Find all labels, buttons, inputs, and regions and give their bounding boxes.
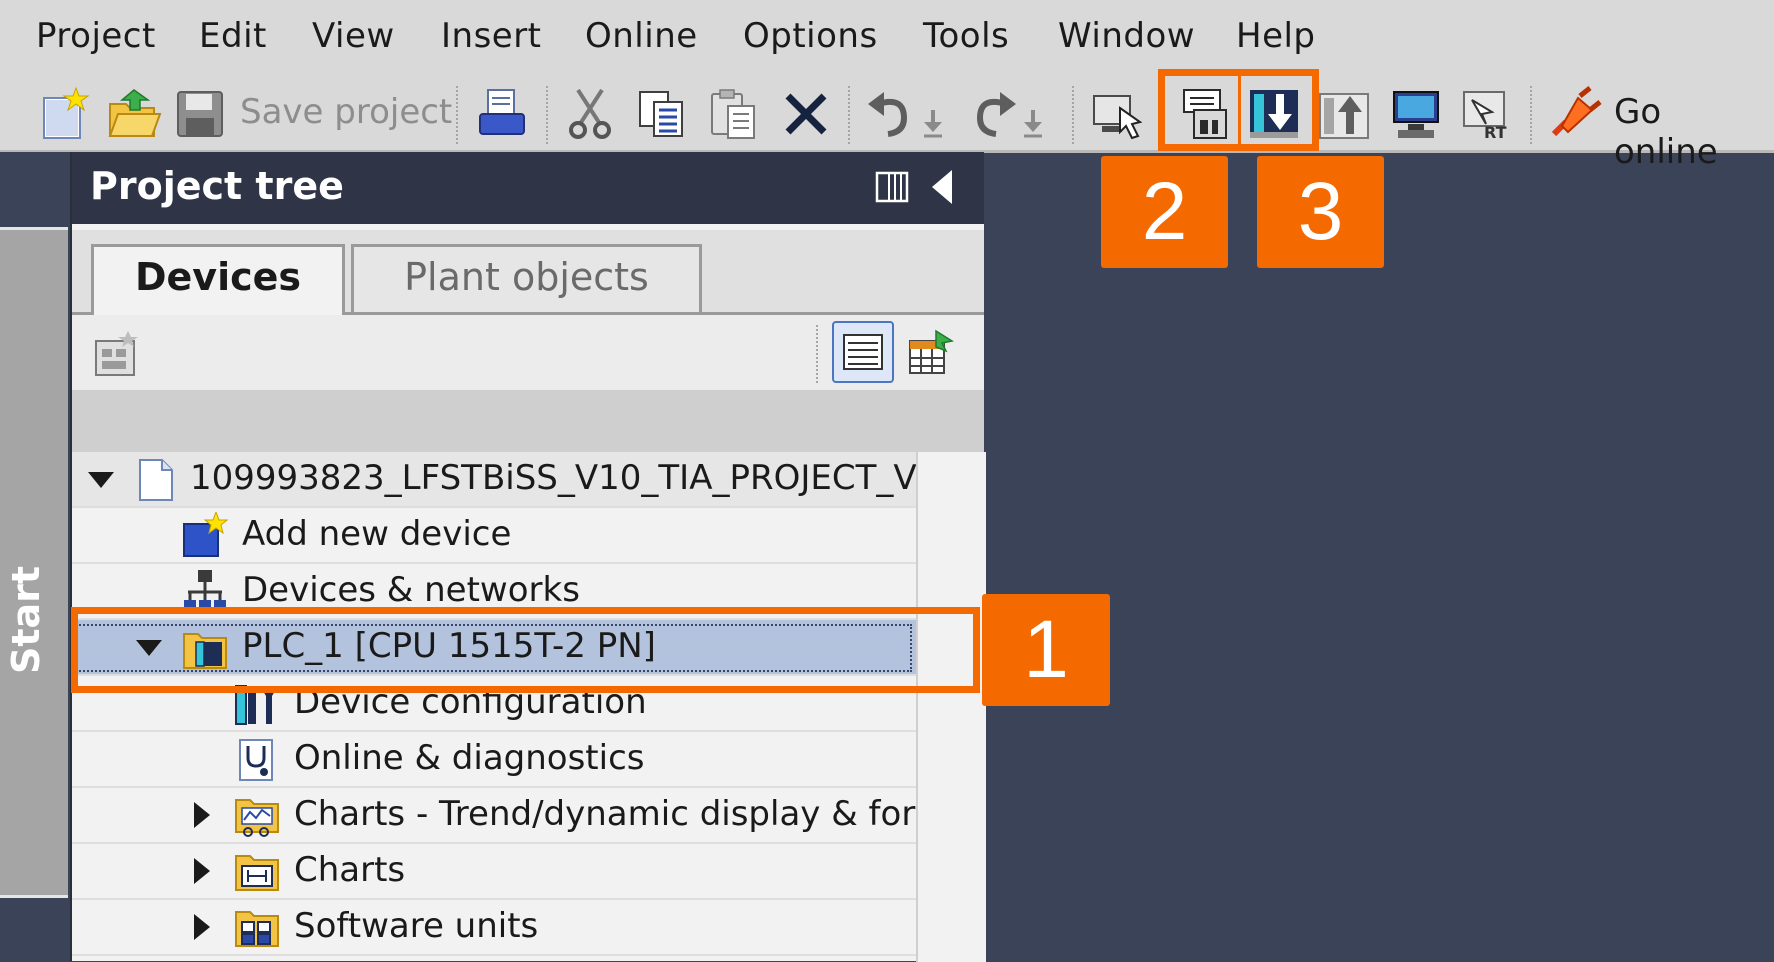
tree-item-label: 109993823_LFSTBiSS_V10_TIA_PROJECT_V21 [190,458,960,498]
toolbar-separator [1072,86,1074,144]
callout-2: 2 [1101,156,1228,268]
menu-insert[interactable]: Insert [441,16,542,56]
menu-window[interactable]: Window [1058,16,1195,56]
tab-plant-objects-label: Plant objects [404,255,649,299]
copy-icon[interactable] [634,86,690,142]
undo-icon[interactable] [864,86,920,142]
start-tab[interactable]: Start [0,227,68,898]
open-project-icon[interactable] [106,86,162,142]
menu-project[interactable]: Project [36,16,156,56]
device-view-icon[interactable] [92,329,142,379]
tree-toolbar-separator [816,325,818,383]
cut-icon[interactable] [562,86,618,142]
menu-options[interactable]: Options [743,16,878,56]
tree-item-project[interactable]: 109993823_LFSTBiSS_V10_TIA_PROJECT_V21 [72,452,960,508]
toolbar-separator [848,86,850,144]
add-new-device-icon [183,512,228,557]
start-label: Start [4,565,48,675]
expand-arrow-icon[interactable] [86,464,116,494]
tab-devices[interactable]: Devices [91,244,345,315]
start-simulation-icon[interactable] [1388,86,1444,142]
software-units-folder-icon [235,911,279,947]
project-file-icon [139,459,173,501]
tree-item-add-new-device[interactable]: Add new device [72,508,916,564]
tree-item-label: Charts - Trend/dynamic display & forc... [294,794,966,834]
tree-item-software-units[interactable]: Software units [72,900,916,956]
menu-edit[interactable]: Edit [199,16,267,56]
toolbar-separator [456,86,458,144]
collapsed-arrow-icon[interactable] [186,800,216,830]
toolbar-separator [546,86,548,144]
tree-item-charts-trend[interactable]: Charts - Trend/dynamic display & forc... [72,788,966,844]
project-tree-header: Project tree [72,152,984,224]
save-icon[interactable] [172,86,228,142]
trend-folder-icon [235,799,279,837]
menu-online[interactable]: Online [585,16,698,56]
add-to-table-icon[interactable] [906,327,956,377]
project-tree-panel: Project tree Devices Plant objects 10999… [70,152,986,962]
overview-toggle-button[interactable] [832,321,894,383]
paste-icon[interactable] [706,86,762,142]
tree-item-label: Software units [294,906,539,946]
collapsed-arrow-icon[interactable] [186,856,216,886]
main-toolbar: Save project RT Go online [0,78,1774,172]
highlight-plc-row [71,607,980,693]
charts-folder-icon [235,855,279,891]
save-project-label[interactable]: Save project [240,92,452,132]
callout-1: 1 [982,594,1110,706]
go-online-icon[interactable] [1546,86,1602,142]
online-diagnostics-icon [239,739,273,781]
highlight-divider [1238,76,1241,144]
tab-devices-label: Devices [134,255,302,299]
compile-icon[interactable] [1090,86,1146,142]
menu-view[interactable]: View [312,16,395,56]
go-online-label[interactable]: Go online [1614,92,1774,172]
tree-item-label: Online & diagnostics [294,738,645,778]
project-tree-title: Project tree [90,164,344,208]
project-tree-list: 109993823_LFSTBiSS_V10_TIA_PROJECT_V21 A… [72,452,984,962]
upload-from-device-icon[interactable] [1316,86,1372,142]
tab-plant-objects[interactable]: Plant objects [351,244,702,312]
collapsed-arrow-icon[interactable] [186,912,216,942]
list-view-icon [843,334,883,370]
tree-toolbar [72,315,984,390]
toolbar-separator [1530,86,1532,144]
tree-scrollbar[interactable] [916,452,986,962]
tree-tab-strip: Devices Plant objects [72,230,984,315]
collapse-panel-icon[interactable] [928,168,958,206]
svg-text:RT: RT [1484,123,1507,142]
print-icon[interactable] [474,86,530,142]
new-project-icon[interactable] [38,86,94,142]
undo-dropdown-icon[interactable] [918,86,948,142]
redo-dropdown-icon[interactable] [1018,86,1048,142]
redo-icon[interactable] [964,86,1020,142]
tree-item-label: Charts [294,850,406,890]
tree-item-charts[interactable]: Charts [72,844,916,900]
menu-bar: Project Edit View Insert Online Options … [0,0,1774,78]
menu-tools[interactable]: Tools [923,16,1009,56]
callout-3: 3 [1257,156,1384,268]
tree-filter-band [72,390,984,452]
menu-help[interactable]: Help [1236,16,1316,56]
panel-layout-icon[interactable] [875,170,909,204]
tree-item-label: Devices & networks [242,570,580,610]
tree-item-online-diagnostics[interactable]: Online & diagnostics [72,732,916,788]
delete-icon[interactable] [778,86,834,142]
runtime-icon[interactable]: RT [1458,86,1514,142]
start-sidebar: Start [0,152,70,961]
tree-item-label: Add new device [242,514,512,554]
